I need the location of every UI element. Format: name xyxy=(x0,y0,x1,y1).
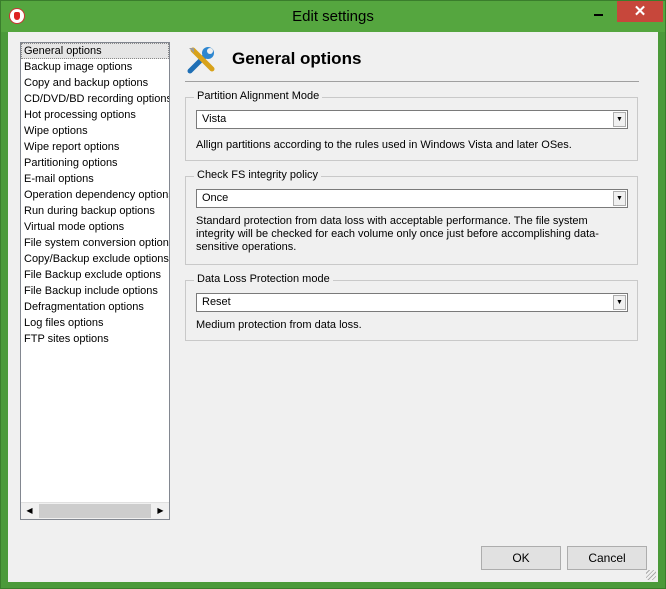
sidebar-item[interactable]: FTP sites options xyxy=(21,331,169,347)
title-bar[interactable]: Edit settings ✕ xyxy=(1,1,665,32)
tools-icon xyxy=(187,47,215,74)
scroll-left-icon[interactable]: ◀ xyxy=(21,503,38,519)
sidebar-item[interactable]: Partitioning options xyxy=(21,155,169,171)
close-button[interactable]: ✕ xyxy=(617,1,663,22)
minimize-button[interactable] xyxy=(585,1,611,22)
partition-alignment-value: Vista xyxy=(202,113,227,125)
sidebar-item[interactable]: Run during backup options xyxy=(21,203,169,219)
sidebar-item[interactable]: Copy/Backup exclude options xyxy=(21,251,169,267)
data-loss-protection-label: Data Loss Protection mode xyxy=(194,273,333,285)
fs-integrity-value: Once xyxy=(202,192,229,204)
sidebar-item[interactable]: Wipe options xyxy=(21,123,169,139)
category-items: General options Backup image options Copy … xyxy=(21,43,169,501)
page-title: General options xyxy=(232,49,362,68)
cancel-button[interactable]: Cancel xyxy=(567,546,647,570)
settings-category-list[interactable]: General options Backup image options Copy … xyxy=(20,42,170,520)
chevron-down-icon[interactable]: ▼ xyxy=(613,112,626,127)
chevron-down-icon[interactable]: ▼ xyxy=(613,295,626,310)
fs-integrity-description: Standard protection from data loss with … xyxy=(196,215,599,253)
partition-alignment-label: Partition Alignment Mode xyxy=(194,90,323,102)
sidebar-item[interactable]: General options xyxy=(21,43,169,59)
partition-alignment-select[interactable]: Vista ▼ xyxy=(196,110,628,129)
dialog-client: General options Backup image options Copy … xyxy=(8,32,658,582)
sidebar-item[interactable]: Operation dependency options xyxy=(21,187,169,203)
ok-button[interactable]: OK xyxy=(481,546,561,570)
edit-settings-window: Edit settings ✕ General options Backup im… xyxy=(0,0,666,589)
sidebar-item[interactable]: CD/DVD/BD recording options xyxy=(21,91,169,107)
header-divider xyxy=(185,81,639,82)
resize-grip-icon[interactable] xyxy=(646,570,656,580)
sidebar-item[interactable]: Virtual mode options xyxy=(21,219,169,235)
sidebar-item[interactable]: E-mail options xyxy=(21,171,169,187)
sidebar-item[interactable]: Copy and backup options xyxy=(21,75,169,91)
sidebar-item[interactable]: Log files options xyxy=(21,315,169,331)
chevron-down-icon[interactable]: ▼ xyxy=(613,191,626,206)
sidebar-item[interactable]: File Backup include options xyxy=(21,283,169,299)
partition-alignment-description: Allign partitions according to the rules… xyxy=(196,139,572,151)
sidebar-item[interactable]: Hot processing options xyxy=(21,107,169,123)
fs-integrity-select[interactable]: Once ▼ xyxy=(196,189,628,208)
sidebar-item[interactable]: Defragmentation options xyxy=(21,299,169,315)
data-loss-protection-group: Data Loss Protection mode Reset ▼ Medium… xyxy=(185,273,638,341)
partition-alignment-group: Partition Alignment Mode Vista ▼ Allign … xyxy=(185,90,638,161)
sidebar-item[interactable]: Wipe report options xyxy=(21,139,169,155)
scroll-thumb[interactable] xyxy=(39,504,151,518)
data-loss-protection-value: Reset xyxy=(202,296,231,308)
fs-integrity-group: Check FS integrity policy Once ▼ Standar… xyxy=(185,169,638,265)
horizontal-scrollbar[interactable]: ◀ ▶ xyxy=(21,502,169,519)
data-loss-protection-description: Medium protection from data loss. xyxy=(196,319,362,331)
scroll-right-icon[interactable]: ▶ xyxy=(152,503,169,519)
window-title: Edit settings xyxy=(292,8,374,25)
data-loss-protection-select[interactable]: Reset ▼ xyxy=(196,293,628,312)
sidebar-item[interactable]: File Backup exclude options xyxy=(21,267,169,283)
sidebar-item[interactable]: Backup image options xyxy=(21,59,169,75)
fs-integrity-label: Check FS integrity policy xyxy=(194,169,322,181)
sidebar-item[interactable]: File system conversion options xyxy=(21,235,169,251)
